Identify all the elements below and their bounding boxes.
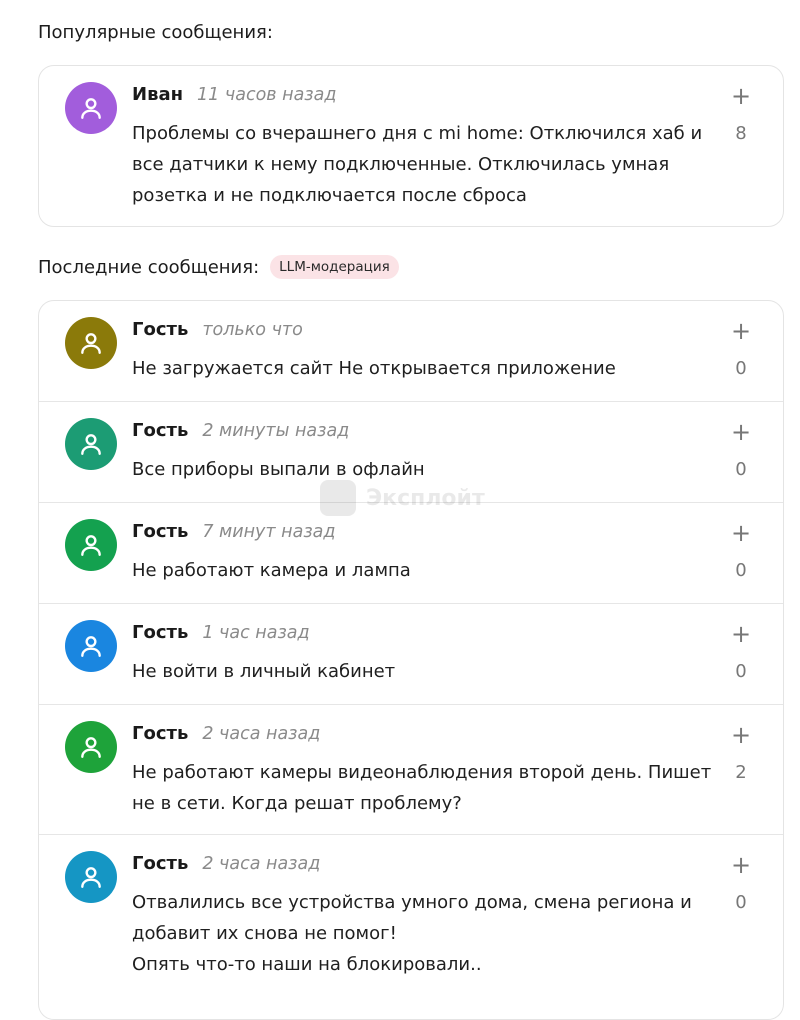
latest-title: Последние сообщения:	[38, 256, 260, 278]
post-text: Не загружается сайт Не открывается прило…	[132, 358, 616, 379]
post-header: Гость 2 минуты назад	[132, 420, 349, 441]
latest-post[interactable]: Гость 2 часа назад Отвалились все устройст…	[39, 835, 783, 1005]
post-author: Гость	[132, 319, 189, 340]
post-time: 11 часов назад	[197, 85, 337, 105]
post-text: Проблемы со вчерашнего дня с mi home: От…	[132, 123, 703, 206]
latest-list: Гость только что Не загружается сайт Не от…	[39, 301, 783, 1005]
vote-count: 0	[735, 560, 747, 581]
avatar	[65, 851, 117, 903]
vote-count: 8	[735, 123, 747, 144]
vote-count: 0	[735, 358, 747, 379]
watermark: Эксплойт	[320, 480, 485, 516]
post-author: Гость	[132, 420, 189, 441]
popular-card: Иван 11 часов назад Проблемы со вчерашнег…	[38, 65, 784, 227]
popular-section-title: Популярные сообщения:	[38, 22, 273, 43]
post-time: 1 час назад	[202, 623, 310, 643]
popular-title: Популярные сообщения:	[38, 22, 273, 43]
vote-count: 2	[735, 762, 747, 783]
post-time: 2 часа назад	[202, 854, 321, 874]
moderation-badge: LLM-модерация	[270, 255, 399, 279]
post-header: Иван 11 часов назад	[132, 84, 336, 105]
lock-icon	[320, 480, 356, 516]
upvote-button[interactable]: +	[731, 521, 751, 545]
user-icon	[81, 434, 101, 455]
user-icon	[81, 636, 101, 657]
watermark-text: Эксплойт	[366, 485, 485, 511]
post-author: Иван	[132, 84, 184, 105]
popular-post[interactable]: Иван 11 часов назад Проблемы со вчерашнег…	[39, 66, 783, 226]
post-text: Отвалились все устройства умного дома, с…	[132, 892, 692, 975]
post-header: Гость 2 часа назад	[132, 723, 320, 744]
upvote-button[interactable]: +	[731, 853, 751, 877]
vote-count: 0	[735, 459, 747, 480]
latest-card: Гость только что Не загружается сайт Не от…	[38, 300, 784, 1020]
post-text: Не работают камеры видеонаблюдения второ…	[132, 762, 712, 814]
post-author: Гость	[132, 521, 189, 542]
latest-post[interactable]: Гость только что Не загружается сайт Не от…	[39, 301, 783, 402]
upvote-button[interactable]: +	[731, 84, 751, 108]
post-time: 2 минуты назад	[202, 421, 350, 441]
post-header: Гость 1 час назад	[132, 622, 310, 643]
post-text: Не войти в личный кабинет	[132, 661, 396, 682]
upvote-button[interactable]: +	[731, 622, 751, 646]
latest-post[interactable]: Гость 1 час назад Не войти в личный кабине…	[39, 604, 783, 705]
upvote-button[interactable]: +	[731, 319, 751, 343]
post-author: Гость	[132, 622, 189, 643]
avatar	[65, 317, 117, 369]
avatar	[65, 620, 117, 672]
post-author: Гость	[132, 723, 189, 744]
user-icon	[81, 867, 101, 888]
user-icon	[81, 737, 101, 758]
post-header: Гость только что	[132, 319, 303, 340]
post-time: 7 минут назад	[202, 522, 336, 542]
post-author: Гость	[132, 853, 189, 874]
post-text: Не работают камера и лампа	[132, 560, 411, 581]
latest-section-title: Последние сообщения: LLM-модерация	[38, 255, 399, 279]
vote-count: 0	[735, 892, 747, 913]
upvote-button[interactable]: +	[731, 723, 751, 747]
avatar	[65, 519, 117, 571]
upvote-button[interactable]: +	[731, 420, 751, 444]
latest-post[interactable]: Гость 7 минут назад Не работают камера и л…	[39, 503, 783, 604]
avatar	[65, 721, 117, 773]
user-icon	[81, 535, 101, 556]
post-header: Гость 2 часа назад	[132, 853, 320, 874]
post-time: 2 часа назад	[202, 724, 321, 744]
post-time: только что	[202, 320, 303, 340]
latest-post[interactable]: Гость 2 часа назад Не работают камеры виде…	[39, 705, 783, 835]
avatar	[65, 418, 117, 470]
user-icon	[81, 333, 101, 354]
post-header: Гость 7 минут назад	[132, 521, 335, 542]
vote-count: 0	[735, 661, 747, 682]
user-icon	[81, 98, 101, 119]
avatar	[65, 82, 117, 134]
